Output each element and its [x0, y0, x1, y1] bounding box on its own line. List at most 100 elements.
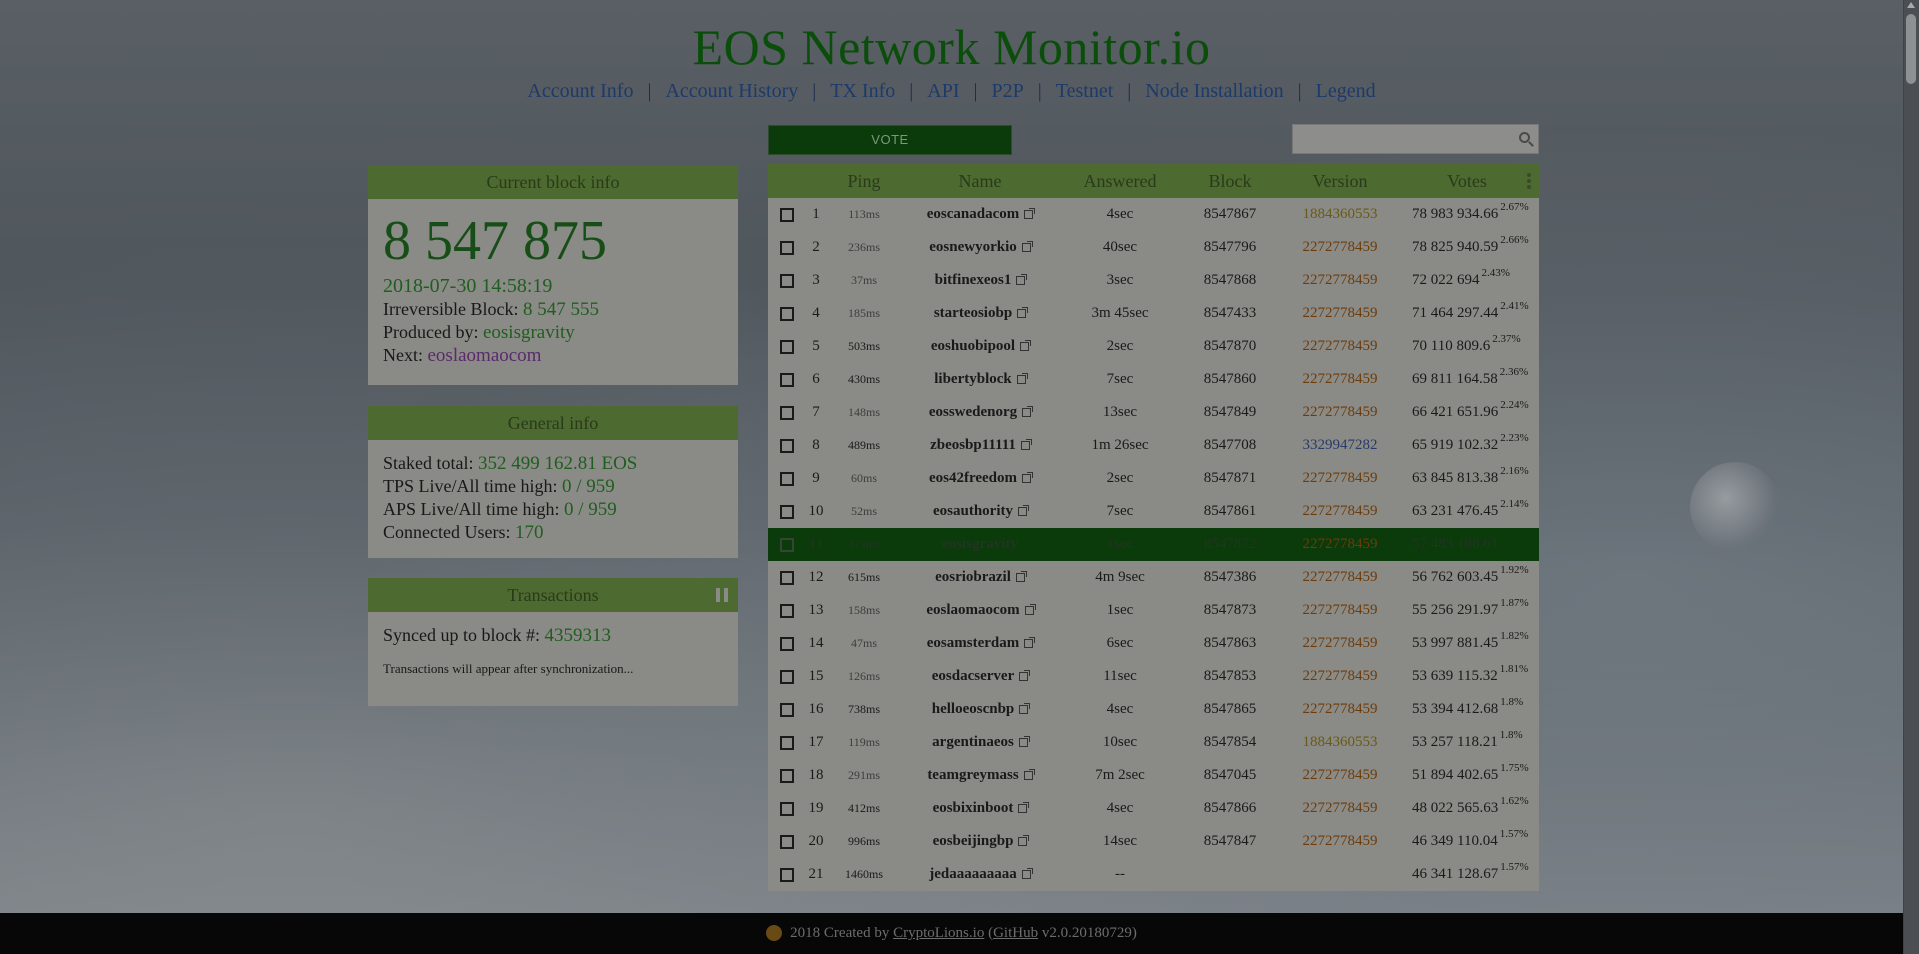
external-link-icon[interactable]: [1022, 406, 1034, 417]
row-producer-name[interactable]: eos42freedom: [902, 470, 1058, 487]
external-link-icon[interactable]: [1021, 241, 1033, 252]
row-checkbox[interactable]: [780, 834, 794, 849]
nav-link-p2p[interactable]: P2P: [992, 80, 1024, 102]
external-link-icon[interactable]: [1023, 769, 1035, 780]
scroll-up-arrow-icon[interactable]: [1907, 2, 1915, 8]
external-link-icon[interactable]: [1015, 571, 1027, 582]
row-producer-name[interactable]: eosbeijingbp: [902, 833, 1058, 850]
github-link[interactable]: GitHub: [993, 925, 1038, 941]
table-row[interactable]: 18 291ms teamgreymass 7m 2sec 8547045 2272778…: [768, 759, 1539, 792]
producer-name-text[interactable]: libertyblock: [934, 371, 1012, 387]
row-producer-name[interactable]: bitfinexeos1: [902, 272, 1058, 289]
external-link-icon[interactable]: [1019, 670, 1031, 681]
external-link-icon[interactable]: [1018, 835, 1030, 846]
row-producer-name[interactable]: eosriobrazil: [902, 569, 1058, 586]
row-producer-name[interactable]: libertyblock: [902, 371, 1058, 388]
producer-name-text[interactable]: eoslaomaocom: [926, 602, 1019, 618]
external-link-icon[interactable]: [1016, 373, 1028, 384]
row-producer-name[interactable]: teamgreymass: [902, 767, 1058, 784]
row-checkbox[interactable]: [780, 273, 794, 288]
row-producer-name[interactable]: eosdacserver: [902, 668, 1058, 685]
row-checkbox[interactable]: [780, 438, 794, 453]
producer-name-text[interactable]: zbeosbp11111: [930, 437, 1016, 453]
header-votes[interactable]: Votes: [1402, 171, 1532, 192]
nav-link-api[interactable]: API: [927, 80, 959, 102]
row-producer-name[interactable]: zbeosbp11111: [902, 437, 1058, 454]
search-icon[interactable]: [1519, 132, 1530, 143]
producer-name-text[interactable]: helloeoscnbp: [932, 701, 1015, 717]
external-link-icon[interactable]: [1021, 868, 1033, 879]
scrollbar-thumb[interactable]: [1906, 14, 1916, 84]
nav-link-account-history[interactable]: Account History: [665, 80, 798, 102]
table-row[interactable]: 13 158ms eoslaomaocom 1sec 8547873 2272778459…: [768, 594, 1539, 627]
external-link-icon[interactable]: [1020, 439, 1032, 450]
row-checkbox[interactable]: [780, 570, 794, 585]
row-checkbox[interactable]: [780, 768, 794, 783]
external-link-icon[interactable]: [1017, 307, 1029, 318]
producer-name-text[interactable]: eoscanadacom: [927, 206, 1020, 222]
producer-name-text[interactable]: eosamsterdam: [927, 635, 1019, 651]
external-link-icon[interactable]: [1024, 637, 1036, 648]
row-producer-name[interactable]: starteosiobp: [902, 305, 1058, 322]
table-row[interactable]: 16 738ms helloeoscnbp 4sec 8547865 2272778459…: [768, 693, 1539, 726]
row-checkbox[interactable]: [780, 306, 794, 321]
row-checkbox[interactable]: [780, 867, 794, 882]
row-producer-name[interactable]: eoscanadacom: [902, 206, 1058, 223]
row-checkbox[interactable]: [780, 240, 794, 255]
external-link-icon[interactable]: [1020, 340, 1032, 351]
row-checkbox[interactable]: [780, 405, 794, 420]
row-producer-name[interactable]: eoslaomaocom: [902, 602, 1058, 619]
table-row[interactable]: 20 996ms eosbeijingbp 14sec 8547847 227277845…: [768, 825, 1539, 858]
producer-name-text[interactable]: eos42freedom: [929, 470, 1017, 486]
next-producer-value[interactable]: eoslaomaocom: [428, 345, 542, 366]
producer-name-text[interactable]: teamgreymass: [927, 767, 1018, 783]
table-row[interactable]: 6 430ms libertyblock 7sec 8547860 2272778459 6…: [768, 363, 1539, 396]
row-checkbox[interactable]: [780, 702, 794, 717]
row-checkbox[interactable]: [780, 471, 794, 486]
row-producer-name[interactable]: helloeoscnbp: [902, 701, 1058, 718]
external-link-icon[interactable]: [1016, 274, 1028, 285]
table-row[interactable]: 8 489ms zbeosbp11111 1m 26sec 8547708 3329947…: [768, 429, 1539, 462]
table-row[interactable]: 17 119ms argentinaeos 10sec 8547854 188436055…: [768, 726, 1539, 759]
row-producer-name[interactable]: eosauthority: [902, 503, 1058, 520]
producer-name-text[interactable]: eosbixinboot: [933, 800, 1014, 816]
row-producer-name[interactable]: eosnewyorkio: [902, 239, 1058, 256]
producer-name-text[interactable]: eosdacserver: [932, 668, 1014, 684]
pause-icon[interactable]: [716, 588, 728, 602]
producer-name-text[interactable]: eosisgravity: [942, 536, 1018, 552]
nav-link-legend[interactable]: Legend: [1316, 80, 1376, 102]
table-row[interactable]: 4 185ms starteosiobp 3m 45sec 8547433 2272778…: [768, 297, 1539, 330]
nav-link-account-info[interactable]: Account Info: [527, 80, 633, 102]
row-producer-name[interactable]: eoshuobipool: [902, 338, 1058, 355]
produced-by-value[interactable]: eosisgravity: [483, 322, 575, 343]
table-row[interactable]: 3 37ms bitfinexeos1 3sec 8547868 2272778459 72…: [768, 264, 1539, 297]
search-box[interactable]: [1292, 124, 1539, 154]
table-row[interactable]: 21 1460ms jedaaaaaaaaa -- 46 341 128.67 1.57%: [768, 858, 1539, 891]
table-row[interactable]: 5 503ms eoshuobipool 2sec 8547870 2272778459 7…: [768, 330, 1539, 363]
nav-link-testnet[interactable]: Testnet: [1056, 80, 1113, 102]
external-link-icon[interactable]: [1019, 703, 1031, 714]
producer-name-text[interactable]: jedaaaaaaaaa: [929, 866, 1017, 882]
row-checkbox[interactable]: [780, 735, 794, 750]
vote-button[interactable]: VOTE: [768, 125, 1012, 155]
producer-name-text[interactable]: bitfinexeos1: [935, 272, 1012, 288]
row-producer-name[interactable]: argentinaeos: [902, 734, 1058, 751]
row-producer-name[interactable]: eosisgravity: [902, 536, 1058, 553]
external-link-icon[interactable]: [1018, 736, 1030, 747]
table-row[interactable]: 11 319ms eosisgravity 1sec 8547872 2272778459…: [768, 528, 1539, 561]
header-ping[interactable]: Ping: [826, 171, 902, 192]
external-link-icon[interactable]: [1024, 604, 1036, 615]
producer-name-text[interactable]: eoshuobipool: [931, 338, 1015, 354]
row-checkbox[interactable]: [780, 504, 794, 519]
table-row[interactable]: 14 47ms eosamsterdam 6sec 8547863 2272778459 5…: [768, 627, 1539, 660]
producer-name-text[interactable]: eosauthority: [933, 503, 1013, 519]
row-checkbox[interactable]: [780, 669, 794, 684]
row-producer-name[interactable]: eosswedenorg: [902, 404, 1058, 421]
row-checkbox[interactable]: [780, 603, 794, 618]
producer-name-text[interactable]: argentinaeos: [932, 734, 1014, 750]
header-version[interactable]: Version: [1278, 171, 1402, 192]
row-checkbox[interactable]: [780, 207, 794, 222]
row-producer-name[interactable]: eosamsterdam: [902, 635, 1058, 652]
producer-name-text[interactable]: eosbeijingbp: [933, 833, 1014, 849]
table-row[interactable]: 19 412ms eosbixinboot 4sec 8547866 2272778459…: [768, 792, 1539, 825]
